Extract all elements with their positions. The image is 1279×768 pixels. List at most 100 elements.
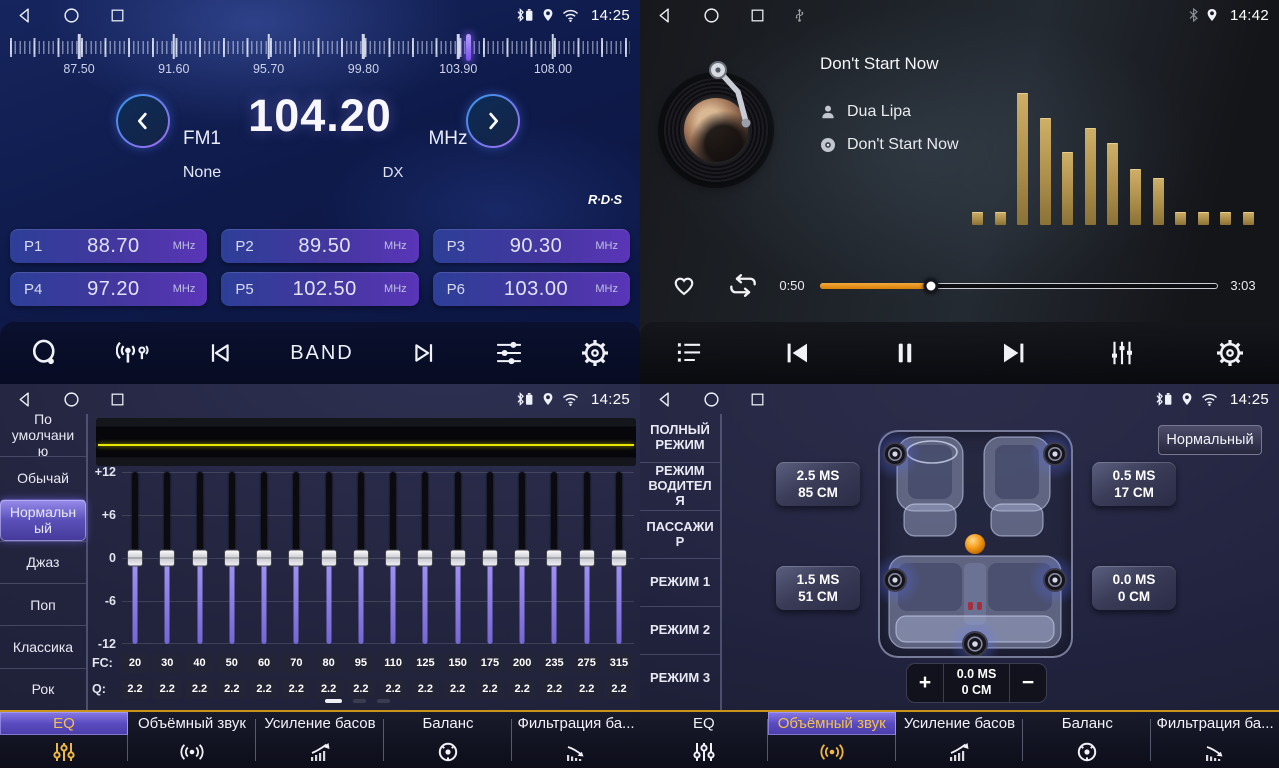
home-icon[interactable] — [703, 7, 720, 24]
eq-gain-slider[interactable] — [572, 472, 602, 644]
audio-settings-icon[interactable] — [494, 338, 524, 368]
eq-gain-slider[interactable] — [217, 472, 247, 644]
band-frequency-value[interactable]: 275 — [573, 654, 601, 673]
recents-icon[interactable] — [750, 392, 765, 407]
tune-down-button[interactable] — [116, 94, 170, 148]
eq-gain-slider[interactable] — [152, 472, 182, 644]
slider-thumb[interactable] — [192, 550, 208, 567]
band-q-value[interactable]: 2.2 — [540, 680, 568, 699]
staging-mode-item[interactable]: ПОЛНЫЙ РЕЖИМ — [640, 414, 720, 462]
band-frequency-value[interactable]: 70 — [282, 654, 310, 673]
slider-thumb[interactable] — [450, 550, 466, 567]
front-left-delay-button[interactable]: 2.5 MS 85 CM — [776, 462, 860, 506]
eq-preset-item[interactable]: По умолчанию — [0, 414, 86, 456]
slider-thumb[interactable] — [159, 550, 175, 567]
sound-tab[interactable]: EQ — [0, 712, 128, 768]
eq-preset-item[interactable]: Классика — [0, 625, 86, 667]
slider-thumb[interactable] — [127, 550, 143, 567]
eq-gain-slider[interactable] — [507, 472, 537, 644]
band-frequency-value[interactable]: 60 — [250, 654, 278, 673]
back-icon[interactable] — [656, 391, 673, 408]
eq-gain-slider[interactable] — [475, 472, 505, 644]
playlist-icon[interactable] — [674, 339, 704, 367]
slider-thumb[interactable] — [321, 550, 337, 567]
band-frequency-value[interactable]: 40 — [186, 654, 214, 673]
eq-gain-slider[interactable] — [249, 472, 279, 644]
dx-mode[interactable]: DX — [376, 164, 410, 181]
back-icon[interactable] — [16, 391, 33, 408]
band-q-value[interactable]: 2.2 — [573, 680, 601, 699]
tuning-dial[interactable] — [10, 32, 630, 62]
eq-gain-slider[interactable] — [539, 472, 569, 644]
album-art-vinyl[interactable] — [664, 78, 768, 182]
eq-gain-slider[interactable] — [346, 472, 376, 644]
band-frequency-value[interactable]: 20 — [121, 654, 149, 673]
rear-right-delay-button[interactable]: 0.0 MS 0 CM — [1092, 566, 1176, 610]
band-q-value[interactable]: 2.2 — [411, 680, 439, 699]
eq-preset-item[interactable]: Джаз — [0, 541, 86, 583]
band-q-value[interactable]: 2.2 — [605, 680, 633, 699]
previous-track-button[interactable] — [782, 338, 812, 368]
band-frequency-value[interactable]: 315 — [605, 654, 633, 673]
increase-delay-button[interactable]: + — [907, 664, 943, 702]
eq-gain-slider[interactable] — [410, 472, 440, 644]
front-right-delay-button[interactable]: 0.5 MS 17 CM — [1092, 462, 1176, 506]
staging-mode-item[interactable]: ПАССАЖИР — [640, 510, 720, 558]
preset-button[interactable]: P3 90.30 MHz — [433, 229, 630, 263]
mixer-icon[interactable] — [1107, 338, 1137, 368]
staging-mode-item[interactable]: РЕЖИМ ВОДИТЕЛЯ — [640, 462, 720, 510]
sound-tab[interactable]: Фильтрация ба... — [1151, 712, 1279, 768]
sound-tab[interactable]: Объёмный звук — [768, 712, 896, 768]
band-q-value[interactable]: 2.2 — [347, 680, 375, 699]
band-q-value[interactable]: 2.2 — [315, 680, 343, 699]
staging-mode-item[interactable]: РЕЖИМ 1 — [640, 558, 720, 606]
eq-gain-slider[interactable] — [378, 472, 408, 644]
eq-gain-slider[interactable] — [314, 472, 344, 644]
preset-button[interactable]: P1 88.70 MHz — [10, 229, 207, 263]
scan-button[interactable] — [30, 338, 60, 368]
band-frequency-value[interactable]: 80 — [315, 654, 343, 673]
decrease-delay-button[interactable]: − — [1010, 664, 1046, 702]
eq-preset-item[interactable]: Рок — [0, 668, 86, 710]
recents-icon[interactable] — [750, 8, 765, 23]
sound-tab[interactable]: Фильтрация ба... — [512, 712, 640, 768]
next-track-button[interactable] — [999, 338, 1029, 368]
band-q-value[interactable]: 2.2 — [121, 680, 149, 699]
slider-thumb[interactable] — [385, 550, 401, 567]
progress-thumb[interactable] — [924, 279, 939, 294]
band-q-value[interactable]: 2.2 — [186, 680, 214, 699]
sound-tab[interactable]: Баланс — [1023, 712, 1151, 768]
band-frequency-value[interactable]: 95 — [347, 654, 375, 673]
repeat-icon[interactable] — [726, 272, 760, 304]
band-q-value[interactable]: 2.2 — [508, 680, 536, 699]
band-frequency-value[interactable]: 150 — [444, 654, 472, 673]
band-frequency-value[interactable]: 125 — [411, 654, 439, 673]
band-frequency-value[interactable]: 235 — [540, 654, 568, 673]
band-frequency-value[interactable]: 175 — [476, 654, 504, 673]
back-icon[interactable] — [656, 7, 673, 24]
car-cabin-panel[interactable] — [878, 430, 1073, 658]
preset-button[interactable]: P6 103.00 MHz — [433, 272, 630, 306]
pause-button[interactable] — [890, 338, 920, 368]
slider-thumb[interactable] — [611, 550, 627, 567]
sound-tab[interactable]: Усиление басов — [896, 712, 1024, 768]
band-frequency-value[interactable]: 50 — [218, 654, 246, 673]
eq-gain-slider[interactable] — [281, 472, 311, 644]
home-icon[interactable] — [703, 391, 720, 408]
staging-mode-item[interactable]: РЕЖИМ 3 — [640, 654, 720, 702]
previous-station-button[interactable] — [206, 339, 234, 367]
recents-icon[interactable] — [110, 392, 125, 407]
settings-gear-icon[interactable] — [1215, 338, 1245, 368]
slider-thumb[interactable] — [288, 550, 304, 567]
preset-button[interactable]: P5 102.50 MHz — [221, 272, 418, 306]
home-icon[interactable] — [63, 391, 80, 408]
sound-tab[interactable]: Объёмный звук — [128, 712, 256, 768]
eq-preset-item[interactable]: Поп — [0, 583, 86, 625]
sound-tab[interactable]: Усиление басов — [256, 712, 384, 768]
band-button[interactable]: BAND — [290, 342, 354, 365]
eq-gain-slider[interactable] — [185, 472, 215, 644]
band-q-value[interactable]: 2.2 — [476, 680, 504, 699]
recents-icon[interactable] — [110, 8, 125, 23]
band-q-value[interactable]: 2.2 — [379, 680, 407, 699]
eq-preset-item[interactable]: Нормальный — [0, 499, 86, 541]
